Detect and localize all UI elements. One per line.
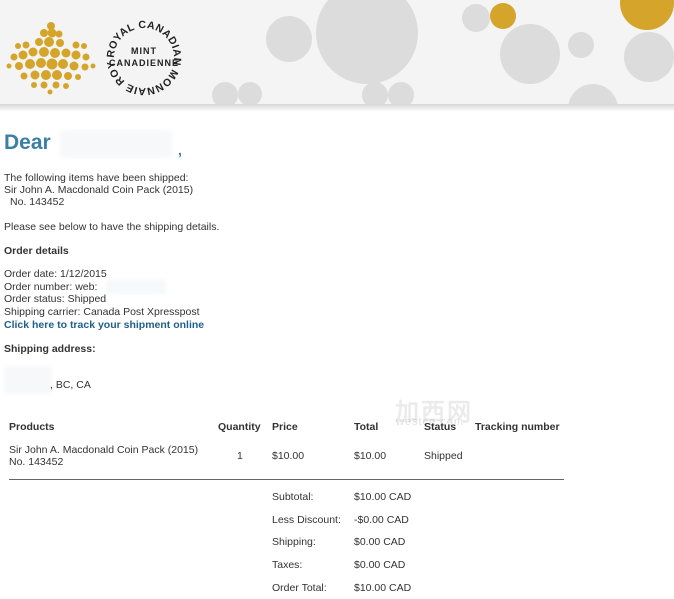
greeting-word: Dear xyxy=(4,131,51,154)
order-date: Order date: 1/12/2015 xyxy=(4,268,107,280)
order-total-label: Order Total: xyxy=(272,582,327,594)
maple-leaf-logo-icon xyxy=(6,22,96,95)
header-banner: ROYAL CANADIAN MONNAIE ROYALE MINT CANAD… xyxy=(0,0,674,110)
order-number: Order number: web: xyxy=(4,281,98,293)
banner-circle xyxy=(568,32,594,58)
order-status: Order status: Shipped xyxy=(4,293,107,305)
taxes-value: $0.00 CAD xyxy=(354,559,406,571)
order-total-value: $10.00 CAD xyxy=(354,582,412,594)
seal-inner-text-2: CANADIENNE xyxy=(109,58,179,68)
subtotal-value: $10.00 CAD xyxy=(354,491,412,503)
shipping-label: Shipping: xyxy=(272,536,316,548)
greeting-comma: , xyxy=(178,142,182,158)
col-header-total: Total xyxy=(354,421,379,433)
subtotal-label: Subtotal: xyxy=(272,491,314,503)
track-shipment-link[interactable]: Click here to track your shipment online xyxy=(4,319,204,332)
row-product-name: Sir John A. Macdonald Coin Pack (2015) xyxy=(9,444,199,456)
banner-circle xyxy=(238,82,262,106)
col-header-price: Price xyxy=(272,421,298,433)
banner-circle-gold xyxy=(490,3,516,29)
col-header-quantity: Quantity xyxy=(218,421,261,433)
royal-canadian-mint-seal-icon: ROYAL CANADIAN MONNAIE ROYALE MINT CANAD… xyxy=(104,18,183,97)
order-details-heading: Order details xyxy=(4,245,69,257)
discount-label: Less Discount: xyxy=(272,514,341,526)
intro-product-number: No. 143452 xyxy=(10,196,65,208)
banner-circle xyxy=(266,16,312,62)
discount-value: -$0.00 CAD xyxy=(354,514,409,526)
banner-circle xyxy=(316,0,418,84)
banner-circle xyxy=(624,32,674,82)
shipping-value: $0.00 CAD xyxy=(354,536,406,548)
col-header-products: Products xyxy=(9,421,55,433)
row-quantity: 1 xyxy=(237,450,243,462)
col-header-tracking: Tracking number xyxy=(475,421,560,433)
banner-circle xyxy=(462,4,490,32)
banner-circle-gold xyxy=(620,0,674,30)
redacted-name xyxy=(60,130,172,158)
shipping-address-heading: Shipping address: xyxy=(4,343,96,355)
intro-line-1: The following items have been shipped: xyxy=(4,172,189,184)
banner-shadow xyxy=(0,104,674,112)
row-total: $10.00 xyxy=(354,450,387,462)
intro-product-name: Sir John A. Macdonald Coin Pack (2015) xyxy=(4,184,194,196)
banner-circle xyxy=(500,24,560,84)
intro-shipping-note: Please see below to have the shipping de… xyxy=(4,221,220,233)
redacted-address xyxy=(4,366,52,394)
redacted-order-number xyxy=(106,280,166,294)
row-product-number: No. 143452 xyxy=(9,456,64,468)
taxes-label: Taxes: xyxy=(272,559,303,571)
shipping-address-line: , BC, CA xyxy=(50,379,91,391)
shipping-carrier: Shipping carrier: Canada Post Xpresspost xyxy=(4,306,200,318)
col-header-status: Status xyxy=(424,421,457,433)
table-divider xyxy=(9,479,564,480)
seal-inner-text-1: MINT xyxy=(131,46,157,56)
row-price: $10.00 xyxy=(272,450,305,462)
row-status: Shipped xyxy=(424,450,463,462)
